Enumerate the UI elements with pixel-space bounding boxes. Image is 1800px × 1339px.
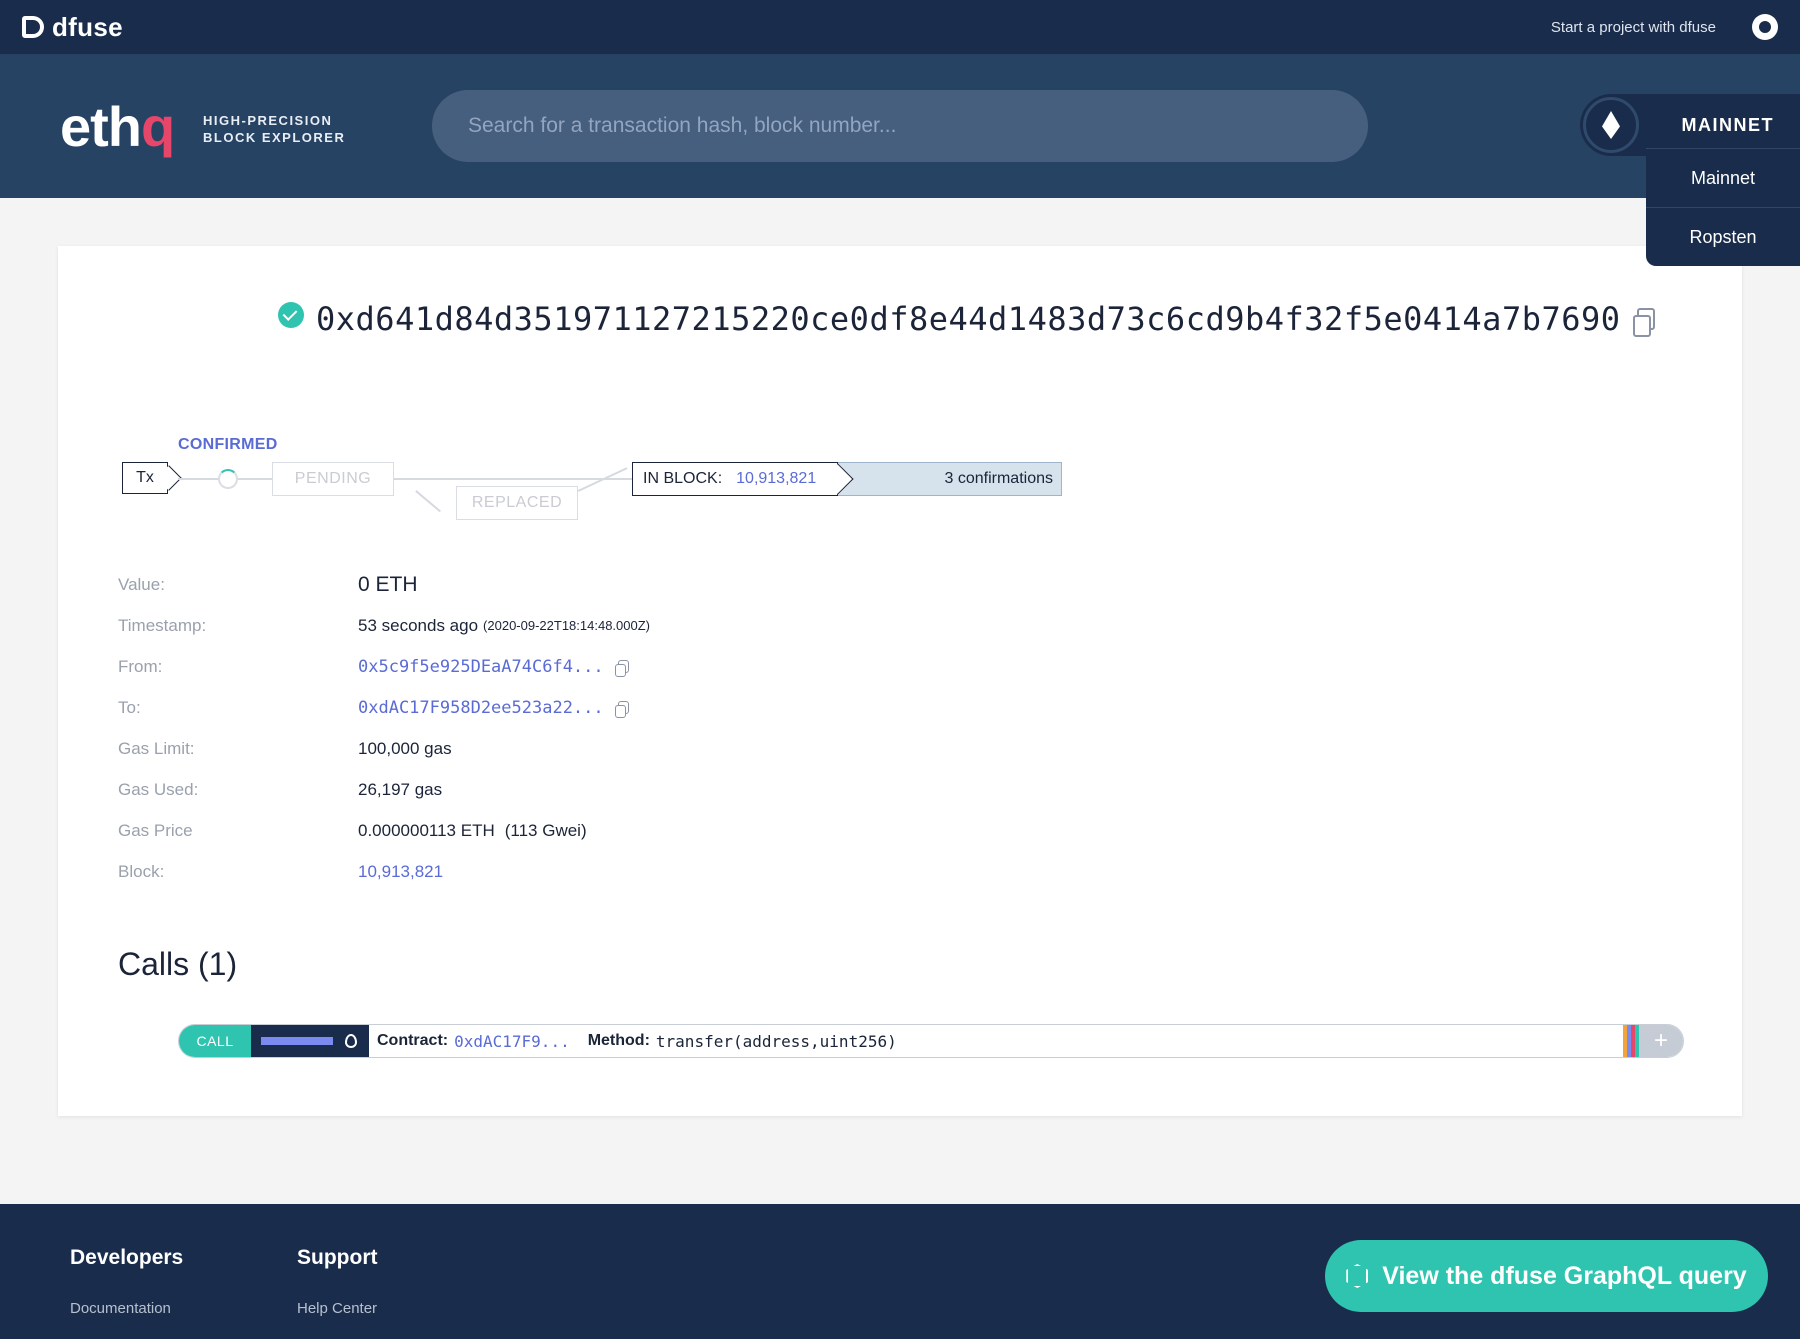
logo-eth: eth xyxy=(60,95,142,158)
search-input[interactable] xyxy=(468,114,1332,138)
gas-bar-fill xyxy=(261,1037,333,1045)
tx-node: Tx xyxy=(122,462,168,494)
call-row[interactable]: CALL Contract: 0xdAC17F9... Method: tran… xyxy=(178,1024,1684,1058)
timestamp-label: Timestamp: xyxy=(118,615,207,635)
dfuse-logo[interactable]: dfuse xyxy=(22,12,123,43)
footer: Developers Documentation Support Help Ce… xyxy=(0,1204,1800,1339)
in-block-label: IN BLOCK: xyxy=(643,470,723,487)
detail-row-gas-limit: Gas Limit: 100,000 gas xyxy=(118,728,1118,769)
search-bar xyxy=(432,90,1368,162)
contract-label: Contract: xyxy=(377,1032,449,1049)
call-stripes xyxy=(1623,1025,1639,1057)
network-label: MAINNET xyxy=(1681,114,1774,135)
detail-row-gas-used: Gas Used: 26,197 gas xyxy=(118,769,1118,810)
from-label: From: xyxy=(118,656,163,676)
footer-support-title: Support xyxy=(297,1246,378,1269)
gas-price-label: Gas Price xyxy=(118,820,193,840)
brand-name: dfuse xyxy=(52,11,123,42)
network-option-mainnet[interactable]: Mainnet xyxy=(1646,148,1800,207)
gas-price-eth: 0.000000113 ETH xyxy=(358,820,495,840)
call-type-badge: CALL xyxy=(179,1025,251,1057)
pending-state: PENDING xyxy=(272,462,394,496)
footer-help-center-link[interactable]: Help Center xyxy=(297,1300,377,1317)
transaction-card: 0xd641d84d351971127215220ce0df8e44d1483d… xyxy=(58,246,1742,1116)
github-icon[interactable] xyxy=(1752,14,1778,40)
calls-title: Calls (1) xyxy=(118,946,238,982)
copy-to-icon[interactable] xyxy=(614,701,629,718)
footer-documentation-link[interactable]: Documentation xyxy=(70,1300,183,1317)
footer-developers-title: Developers xyxy=(70,1246,184,1269)
tagline-line-2: BLOCK EXPLORER xyxy=(203,130,346,145)
expand-icon[interactable]: + xyxy=(1639,1025,1683,1057)
in-block-link[interactable]: 10,913,821 xyxy=(736,470,816,488)
ethq-logo[interactable]: ethq xyxy=(60,94,175,159)
tx-details: Value: 0 ETH Timestamp: 53 seconds ago (2… xyxy=(118,564,1118,892)
gas-used-label: Gas Used: xyxy=(118,779,199,799)
from-address-link[interactable]: 0x5c9f5e925DEaA74C6f4... xyxy=(358,657,604,677)
tagline-line-1: HIGH-PRECISION xyxy=(203,113,333,128)
view-graphql-button[interactable]: View the dfuse GraphQL query xyxy=(1325,1240,1768,1312)
detail-row-to: To: 0xdAC17F958D2ee523a22... xyxy=(118,687,1118,728)
copy-icon[interactable] xyxy=(1632,308,1655,337)
ethereum-icon xyxy=(1583,97,1639,153)
method-signature: transfer(address,uint256) xyxy=(655,1031,897,1051)
gas-drop-icon xyxy=(345,1034,357,1048)
gas-used-value: 26,197 gas xyxy=(358,779,443,799)
graphql-button-label: View the dfuse GraphQL query xyxy=(1382,1261,1747,1290)
network-selector[interactable]: MAINNET xyxy=(1580,94,1800,156)
value-amount: 0 ETH xyxy=(358,572,418,596)
graphql-icon xyxy=(1346,1264,1369,1288)
block-link[interactable]: 10,913,821 xyxy=(358,862,443,882)
to-label: To: xyxy=(118,697,141,717)
detail-row-from: From: 0x5c9f5e925DEaA74C6f4... xyxy=(118,646,1118,687)
tagline: HIGH-PRECISION BLOCK EXPLORER xyxy=(203,112,345,146)
logo-q: q xyxy=(141,95,175,158)
in-block-node: IN BLOCK: 10,913,821 xyxy=(632,462,838,496)
tx-hash: 0xd641d84d351971127215220ce0df8e44d1483d… xyxy=(316,300,1621,338)
method-label: Method: xyxy=(587,1032,650,1049)
confirmed-spinner-icon xyxy=(218,469,238,489)
header: ethq HIGH-PRECISION BLOCK EXPLORER MAINN… xyxy=(0,54,1800,198)
value-label: Value: xyxy=(118,574,165,594)
timestamp-iso: (2020-09-22T18:14:48.000Z) xyxy=(483,618,650,633)
dfuse-logo-icon xyxy=(22,16,44,38)
detail-row-gas-price: Gas Price 0.000000113 ETH (113 Gwei) xyxy=(118,810,1118,851)
block-label: Block: xyxy=(118,861,165,881)
network-menu: Mainnet Ropsten xyxy=(1646,148,1800,266)
gas-limit-label: Gas Limit: xyxy=(118,738,195,758)
network-option-ropsten[interactable]: Ropsten xyxy=(1646,207,1800,266)
to-address-link[interactable]: 0xdAC17F958D2ee523a22... xyxy=(358,698,604,718)
copy-from-icon[interactable] xyxy=(614,660,629,677)
replaced-state: REPLACED xyxy=(456,486,578,520)
status-flow: Tx CONFIRMED PENDING REPLACED IN BLOCK: … xyxy=(122,426,1062,520)
gas-limit-value: 100,000 gas xyxy=(358,738,452,758)
confirmed-label: CONFIRMED xyxy=(178,436,278,453)
success-check-icon xyxy=(278,302,304,328)
start-project-link[interactable]: Start a project with dfuse xyxy=(1551,19,1716,36)
detail-row-timestamp: Timestamp: 53 seconds ago (2020-09-22T18:… xyxy=(118,605,1118,646)
detail-row-value: Value: 0 ETH xyxy=(118,564,1118,605)
detail-row-block: Block: 10,913,821 xyxy=(118,851,1118,892)
gas-usage-bar xyxy=(251,1025,369,1057)
contract-link[interactable]: 0xdAC17F9... xyxy=(454,1032,570,1051)
tx-hash-row: 0xd641d84d351971127215220ce0df8e44d1483d… xyxy=(278,300,1655,338)
gas-price-gwei: (113 Gwei) xyxy=(504,820,587,840)
top-bar: dfuse Start a project with dfuse xyxy=(0,0,1800,54)
confirmations-bar: 3 confirmations xyxy=(822,462,1062,496)
timestamp-relative: 53 seconds ago xyxy=(358,615,479,635)
